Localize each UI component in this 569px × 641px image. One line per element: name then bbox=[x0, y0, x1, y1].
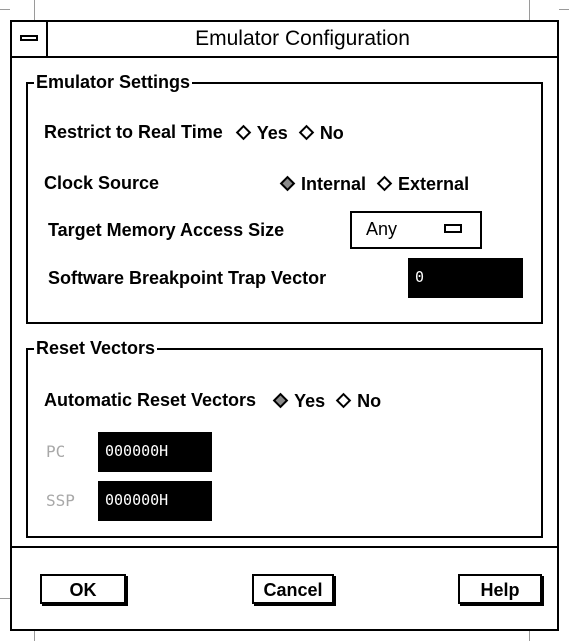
restrict-real-time-no-radio[interactable]: No bbox=[298, 121, 344, 145]
clock-source-internal-radio[interactable]: Internal bbox=[279, 172, 367, 196]
radio-diamond-icon bbox=[272, 392, 289, 409]
clock-source-options: Internal External bbox=[279, 171, 477, 196]
cancel-button[interactable]: Cancel bbox=[252, 574, 334, 604]
sw-breakpoint-label: Software Breakpoint Trap Vector bbox=[48, 268, 327, 288]
target-memory-value: Any bbox=[366, 219, 398, 239]
radio-label: Yes bbox=[256, 122, 288, 143]
radio-label: Yes bbox=[294, 390, 326, 411]
background-edge bbox=[529, 0, 530, 20]
background-edge bbox=[34, 631, 35, 641]
automatic-reset-no-radio[interactable]: No bbox=[335, 389, 382, 413]
radio-diamond-icon bbox=[298, 124, 315, 141]
background-edge bbox=[0, 9, 10, 10]
restrict-real-time-label: Restrict to Real Time bbox=[44, 122, 223, 142]
option-menu-indicator-icon bbox=[444, 224, 462, 233]
restrict-real-time-row: Restrict to Real Time Yes No bbox=[44, 120, 352, 145]
title-bar[interactable]: Emulator Configuration bbox=[12, 22, 557, 58]
target-memory-option-menu[interactable]: Any bbox=[350, 211, 482, 249]
ssp-label: SSP bbox=[46, 491, 75, 510]
emulator-settings-label: Emulator Settings bbox=[34, 71, 193, 93]
background-edge bbox=[529, 631, 530, 641]
radio-label: External bbox=[398, 173, 470, 194]
window-menu-button[interactable] bbox=[12, 22, 48, 56]
radio-label: Internal bbox=[301, 173, 367, 194]
background-edge bbox=[559, 9, 569, 10]
radio-diamond-icon bbox=[279, 175, 296, 192]
radio-label: No bbox=[319, 122, 344, 143]
automatic-reset-label: Automatic Reset Vectors bbox=[44, 390, 257, 410]
emulator-settings-group: Emulator Settings Restrict to Real Time … bbox=[26, 71, 543, 324]
clock-source-external-radio[interactable]: External bbox=[376, 172, 470, 196]
radio-label: No bbox=[357, 390, 382, 411]
sw-breakpoint-field[interactable]: 0 bbox=[408, 258, 523, 298]
radio-diamond-icon bbox=[376, 175, 393, 192]
clock-source-label: Clock Source bbox=[44, 173, 160, 193]
emulator-configuration-dialog: Emulator Configuration Emulator Settings… bbox=[10, 20, 559, 631]
reset-vectors-label: Reset Vectors bbox=[34, 337, 158, 359]
automatic-reset-row: Automatic Reset Vectors Yes No bbox=[44, 388, 389, 413]
pc-label: PC bbox=[46, 442, 66, 461]
restrict-real-time-yes-radio[interactable]: Yes bbox=[235, 121, 288, 145]
target-memory-label: Target Memory Access Size bbox=[48, 220, 285, 240]
ok-button[interactable]: OK bbox=[40, 574, 126, 604]
window-menu-icon bbox=[20, 35, 38, 41]
dialog-title: Emulator Configuration bbox=[195, 27, 410, 50]
clock-source-row: Clock Source bbox=[44, 171, 159, 195]
ssp-field[interactable]: 000000H bbox=[98, 481, 212, 521]
help-button[interactable]: Help bbox=[458, 574, 542, 604]
automatic-reset-yes-radio[interactable]: Yes bbox=[272, 389, 326, 413]
radio-diamond-icon bbox=[335, 392, 352, 409]
reset-vectors-group: Reset Vectors Automatic Reset Vectors Ye… bbox=[26, 337, 543, 538]
button-separator bbox=[12, 546, 557, 548]
background-edge bbox=[34, 0, 35, 20]
pc-field[interactable]: 000000H bbox=[98, 432, 212, 472]
radio-diamond-icon bbox=[235, 124, 252, 141]
background-edge bbox=[0, 598, 10, 599]
